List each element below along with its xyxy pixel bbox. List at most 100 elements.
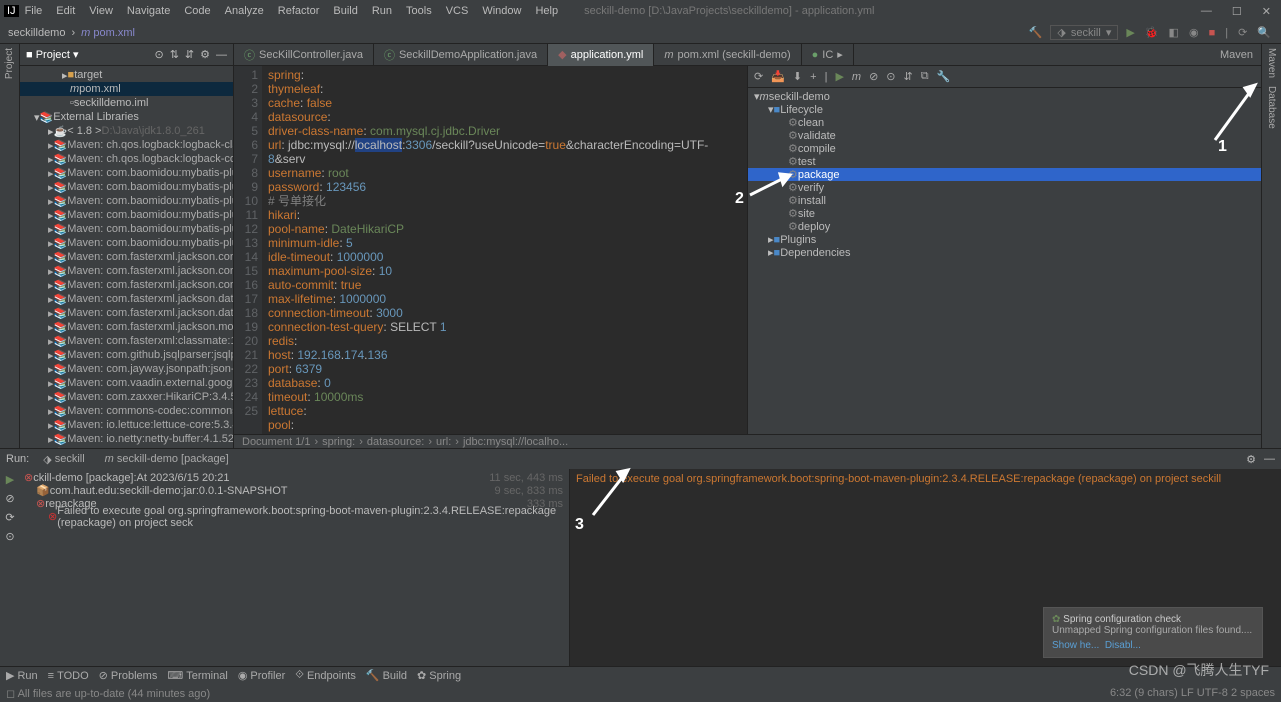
menu-build[interactable]: Build	[327, 3, 363, 19]
show-deps-icon[interactable]: ⧉	[921, 70, 929, 83]
filter-icon[interactable]: ⟳	[5, 511, 14, 524]
maven-goal-test[interactable]: ⚙ test	[748, 155, 1261, 168]
project-tree[interactable]: ▸ ■ target m pom.xml ▫ seckilldemo.iml ▾…	[20, 66, 233, 448]
stop-button[interactable]: ■	[1207, 27, 1218, 39]
gear-icon[interactable]: ⚙	[1246, 453, 1256, 466]
sidebar-project[interactable]: Project	[4, 48, 15, 79]
download-icon[interactable]: ⬇	[793, 70, 802, 83]
hide-icon[interactable]: —	[216, 49, 227, 61]
expand-icon[interactable]: ⇅	[170, 48, 179, 61]
bb-endpoints[interactable]: ⟐ Endpoints	[295, 669, 356, 682]
tree-lib[interactable]: ▸ 📚 Maven: io.netty:netty-buffer:4.1.52.…	[20, 432, 233, 446]
run-config-select[interactable]: ⬗ seckill ▾	[1050, 25, 1118, 40]
select-opened-icon[interactable]: ⊙	[154, 48, 163, 61]
tree-lib[interactable]: ▸ 📚 Maven: ch.qos.logback:logback-classi…	[20, 138, 233, 152]
add-icon[interactable]: +	[810, 71, 816, 83]
maven-goal-deploy[interactable]: ⚙ deploy	[748, 220, 1261, 233]
bb-spring[interactable]: ✿ Spring	[417, 669, 461, 682]
maven-panel-title[interactable]: Maven	[1212, 49, 1261, 61]
collapse-all-icon[interactable]: ⇵	[904, 70, 913, 83]
tree-lib[interactable]: ▸ 📚 Maven: com.fasterxml.jackson.core:ja…	[20, 278, 233, 292]
build-icon[interactable]: 🔨	[1027, 26, 1045, 39]
menu-help[interactable]: Help	[529, 3, 564, 19]
run-tab-2[interactable]: m seckill-demo [package]	[99, 453, 235, 465]
menu-navigate[interactable]: Navigate	[121, 3, 176, 19]
tree-lib[interactable]: ▸ 📚 Maven: com.baomidou:mybatis-plus-ann…	[20, 180, 233, 194]
bb-todo[interactable]: ≡ TODO	[48, 670, 89, 682]
tree-lib[interactable]: ▸ 📚 Maven: com.fasterxml.jackson.core:ja…	[20, 250, 233, 264]
tab-pom[interactable]: mpom.xml (seckill-demo)	[654, 44, 801, 66]
breadcrumb-file[interactable]: m pom.xml	[81, 27, 135, 39]
profile-button[interactable]: ◉	[1187, 26, 1201, 39]
code-area[interactable]: 1234567891011121314151617181920212223242…	[234, 66, 747, 434]
maximize-button[interactable]: ☐	[1226, 5, 1248, 18]
menu-vcs[interactable]: VCS	[440, 3, 475, 19]
maven-plugins[interactable]: Plugins	[780, 234, 816, 246]
run-button[interactable]: ▶	[1124, 26, 1136, 39]
tree-pom[interactable]: pom.xml	[79, 83, 121, 95]
collapse-icon[interactable]: ⇵	[185, 48, 194, 61]
maven-goal-compile[interactable]: ⚙ compile	[748, 142, 1261, 155]
tree-lib[interactable]: ▸ 📚 Maven: com.vaadin.external.google:an…	[20, 376, 233, 390]
crumb-4[interactable]: jdbc:mysql://localho...	[463, 436, 568, 448]
breadcrumb-project[interactable]: seckilldemo	[8, 27, 65, 39]
run-error[interactable]: Failed to execute goal org.springframewo…	[57, 505, 565, 529]
bb-terminal[interactable]: ⌨ Terminal	[167, 669, 227, 682]
tree-lib[interactable]: ▸ 📚 Maven: com.fasterxml.jackson.core:ja…	[20, 264, 233, 278]
tree-iml[interactable]: seckilldemo.iml	[74, 97, 149, 109]
crumb-2[interactable]: datasource:	[367, 436, 424, 448]
maven-deps[interactable]: Dependencies	[780, 247, 850, 259]
tree-lib[interactable]: ▸ 📚 Maven: com.baomidou:mybatis-plus:3.4…	[20, 166, 233, 180]
menu-edit[interactable]: Edit	[50, 3, 81, 19]
bb-build[interactable]: 🔨 Build	[366, 669, 407, 682]
tree-ext-lib[interactable]: External Libraries	[53, 111, 139, 123]
tree-lib[interactable]: ▸ 📚 Maven: commons-codec:commons-codec:1…	[20, 404, 233, 418]
menu-view[interactable]: View	[83, 3, 119, 19]
tree-lib[interactable]: ▸ 📚 Maven: com.jayway.jsonpath:json-path…	[20, 362, 233, 376]
menu-refactor[interactable]: Refactor	[272, 3, 326, 19]
menu-file[interactable]: File	[19, 3, 49, 19]
search-icon[interactable]: 🔍	[1255, 26, 1273, 39]
bb-problems[interactable]: ⊘ Problems	[99, 669, 158, 682]
crumb-1[interactable]: spring:	[322, 436, 355, 448]
tree-lib[interactable]: ▸ 📚 Maven: io.netty:netty-codec:4.1.52.F…	[20, 446, 233, 448]
bb-profiler[interactable]: ◉ Profiler	[238, 669, 285, 682]
maven-goal-validate[interactable]: ⚙ validate	[748, 129, 1261, 142]
tab-controller[interactable]: ⓒSecKillController.java	[234, 44, 374, 66]
minimize-button[interactable]: —	[1195, 5, 1218, 18]
offline-icon[interactable]: ⊙	[886, 70, 895, 83]
tree-lib[interactable]: ▸ 📚 Maven: com.zaxxer:HikariCP:3.4.5	[20, 390, 233, 404]
tree-lib[interactable]: ▸ 📚 Maven: com.baomidou:mybatis-plus-ext…	[20, 222, 233, 236]
menu-run[interactable]: Run	[366, 3, 398, 19]
sidebar-maven[interactable]: Maven	[1266, 48, 1277, 78]
tab-yml[interactable]: ◆application.yml	[548, 44, 654, 66]
stop-icon[interactable]: ⊘	[5, 492, 14, 505]
run-tab-1[interactable]: ⬗ seckill	[37, 453, 90, 466]
hide-icon[interactable]: —	[1264, 453, 1275, 465]
close-button[interactable]: ✕	[1256, 5, 1277, 18]
tree-lib[interactable]: ▸ 📚 Maven: com.fasterxml:classmate:1.5.1	[20, 334, 233, 348]
pin-icon[interactable]: ⊙	[5, 530, 14, 543]
run-maven-icon[interactable]: ▶	[835, 70, 843, 83]
menu-code[interactable]: Code	[178, 3, 216, 19]
update-button[interactable]: ⟳	[1236, 26, 1249, 39]
maven-goal-clean[interactable]: ⚙ clean	[748, 116, 1261, 129]
maven-goal-verify[interactable]: ⚙ verify	[748, 181, 1261, 194]
settings-icon[interactable]: 🔧	[937, 70, 951, 83]
run-artifact[interactable]: com.haut.edu:seckill-demo:jar:0.0.1-SNAP…	[50, 485, 288, 497]
tree-lib[interactable]: ▸ 📚 Maven: com.github.jsqlparser:jsqlpar…	[20, 348, 233, 362]
tree-lib[interactable]: ▸ 📚 Maven: com.baomidou:mybatis-plus-boo…	[20, 194, 233, 208]
menu-analyze[interactable]: Analyze	[219, 3, 270, 19]
sidebar-database[interactable]: Database	[1266, 86, 1277, 129]
maven-goal-package[interactable]: ⚙ package	[748, 168, 1261, 181]
tree-lib[interactable]: ▸ 📚 Maven: com.fasterxml.jackson.datatyp…	[20, 306, 233, 320]
notif-disable[interactable]: Disabl...	[1105, 640, 1141, 651]
tab-application[interactable]: ⓒSeckillDemoApplication.java	[374, 44, 548, 66]
maven-tree[interactable]: ▾ m seckill-demo ▾ ■ Lifecycle ⚙ clean⚙ …	[748, 88, 1261, 434]
toggle-icon[interactable]: ⊘	[869, 70, 878, 83]
menu-tools[interactable]: Tools	[400, 3, 438, 19]
tree-jdk[interactable]: < 1.8 >	[67, 125, 101, 137]
tree-lib[interactable]: ▸ 📚 Maven: io.lettuce:lettuce-core:5.3.4…	[20, 418, 233, 432]
maven-lifecycle[interactable]: Lifecycle	[780, 104, 823, 116]
tree-lib[interactable]: ▸ 📚 Maven: com.fasterxml.jackson.module:…	[20, 320, 233, 334]
